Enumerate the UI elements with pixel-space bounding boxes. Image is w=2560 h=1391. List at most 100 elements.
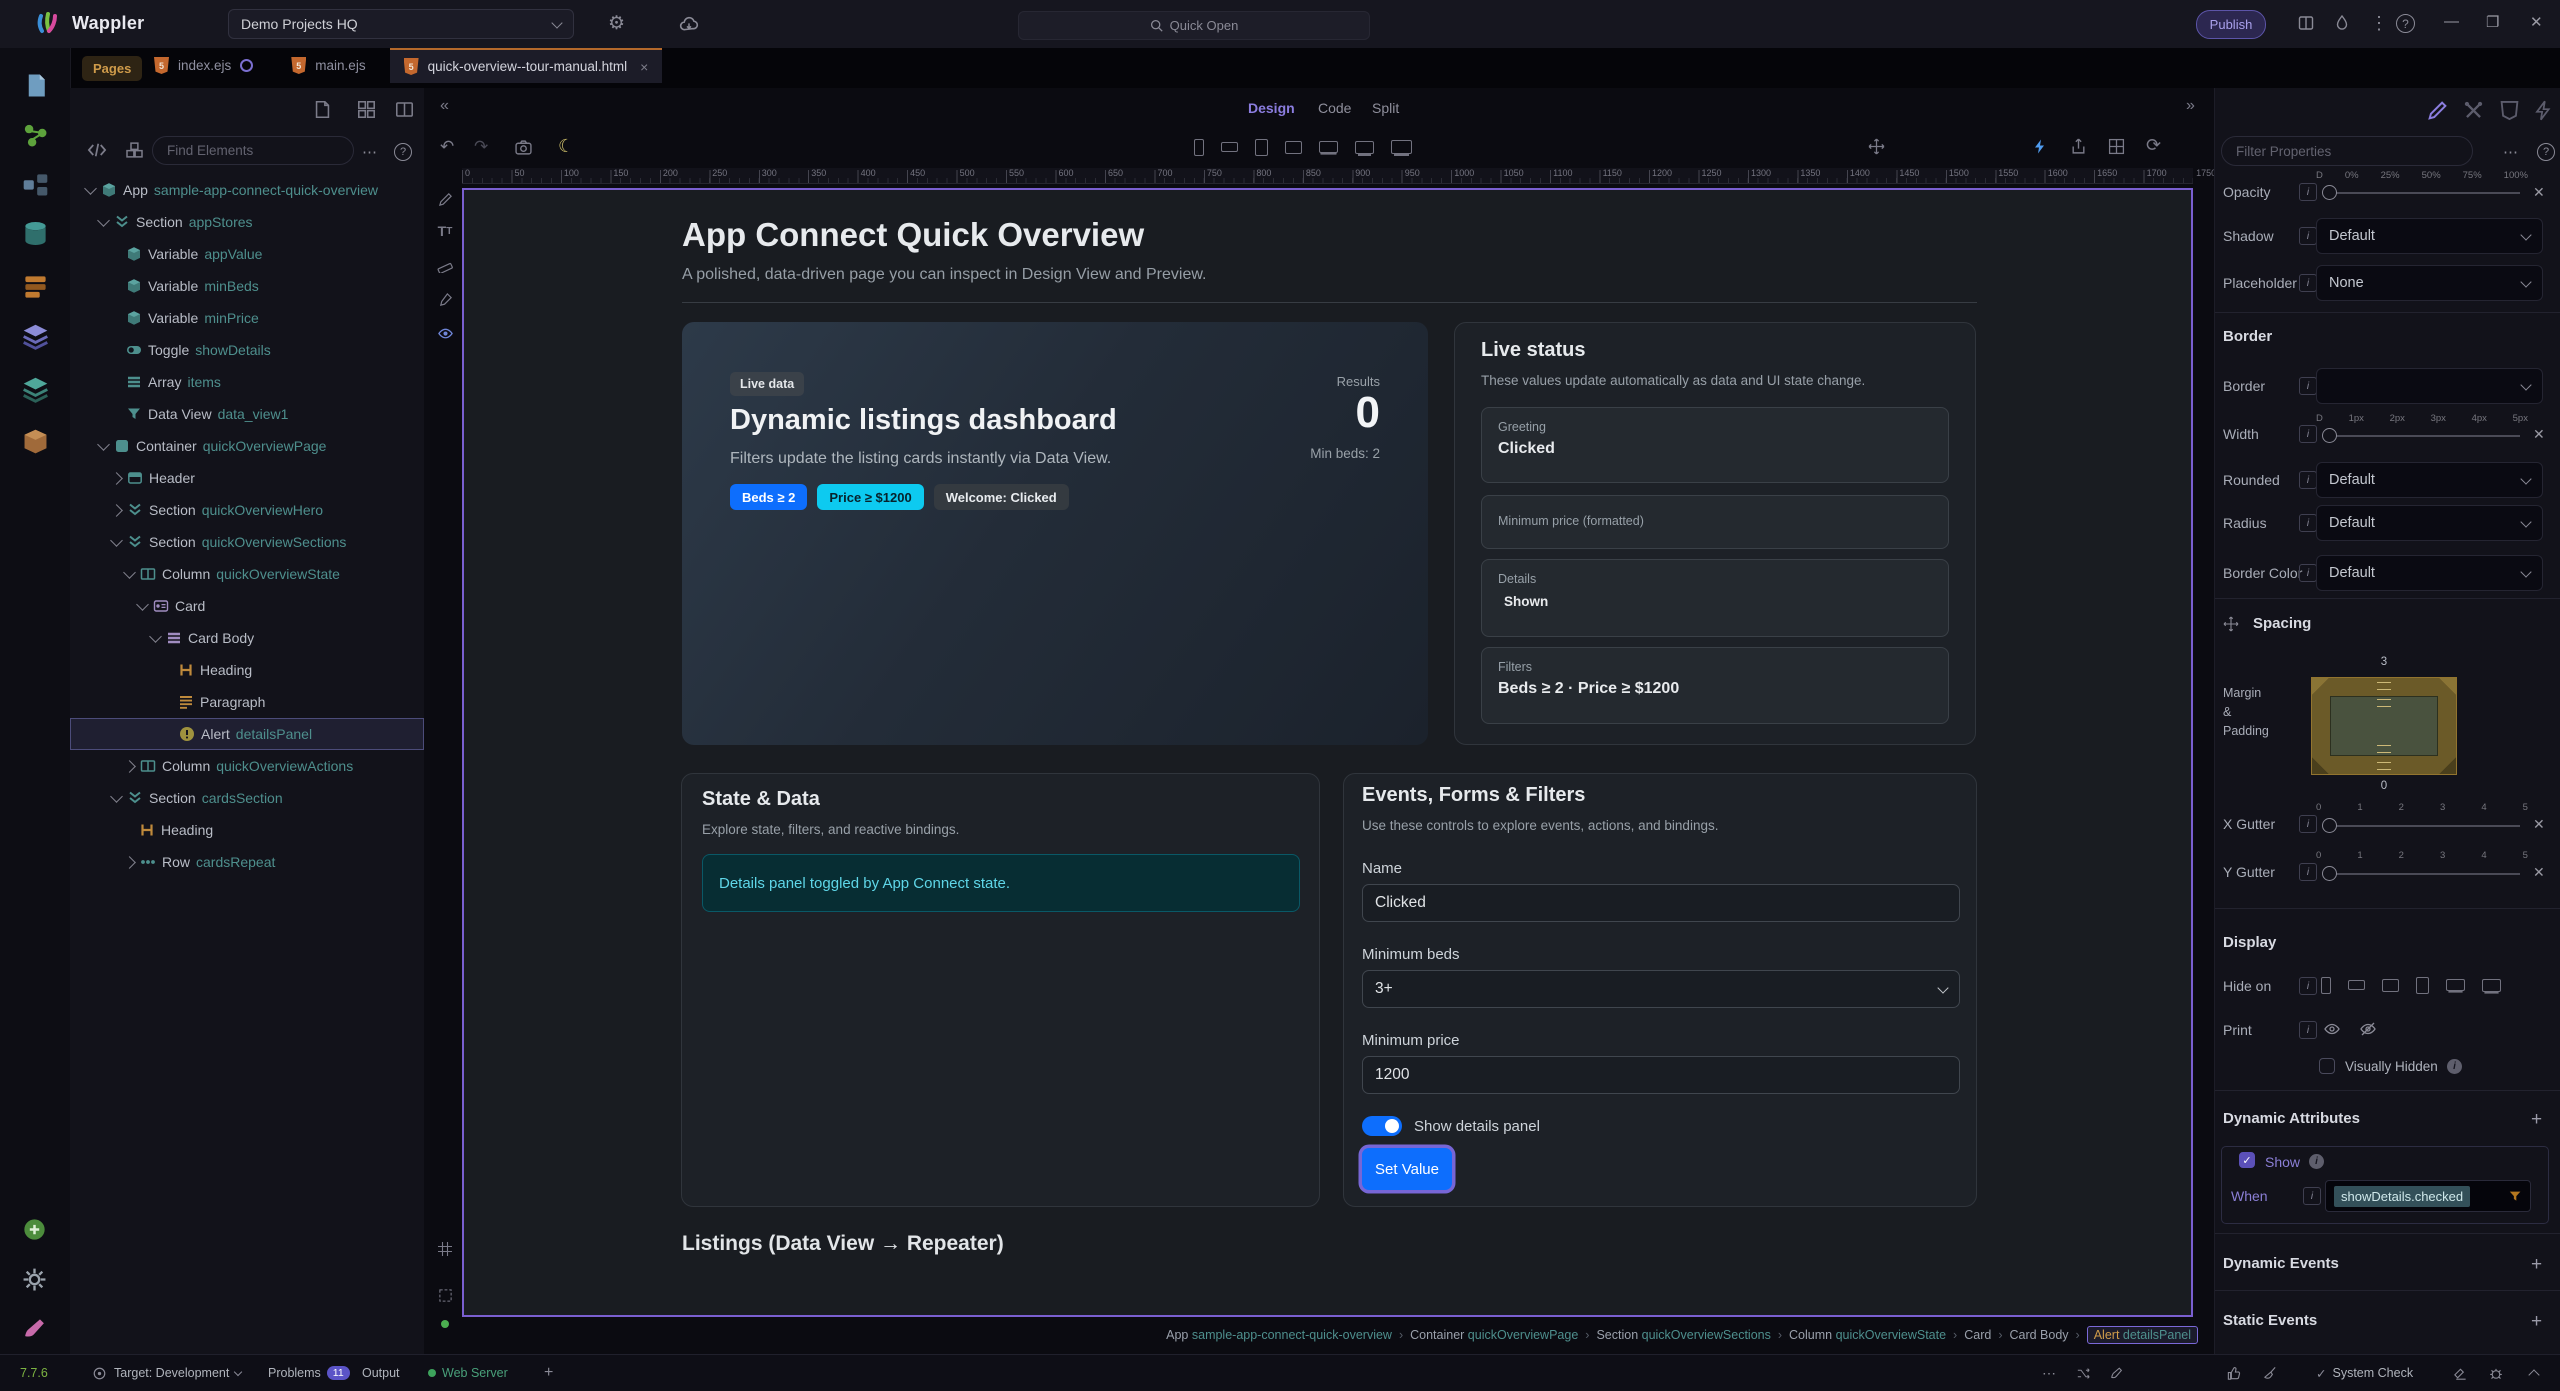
print-hide-eye-slash-icon[interactable] (2359, 1021, 2377, 1037)
tree-item-showdetails[interactable]: ToggleshowDetails (70, 334, 424, 366)
margin-padding-box-model[interactable] (2311, 677, 2457, 775)
chevron-down-icon[interactable] (136, 598, 149, 611)
y-gutter-clear-icon[interactable]: ✕ (2533, 864, 2545, 881)
mobile-landscape-device-icon[interactable] (1221, 142, 1238, 152)
binding-funnel-icon[interactable] (2509, 1190, 2522, 1203)
problems-button[interactable]: Problems 11 (268, 1355, 350, 1391)
grid-view-icon[interactable] (2108, 138, 2125, 155)
pages-panel-button[interactable]: Pages (82, 56, 142, 81)
bug-debug-icon[interactable] (2488, 1355, 2504, 1391)
show-info-icon[interactable]: i (2309, 1154, 2324, 1169)
set-value-button[interactable]: Set Value (1362, 1148, 1452, 1190)
shadow-info-icon[interactable]: i (2299, 227, 2317, 245)
hide-on-tablet-icon[interactable] (2416, 977, 2429, 994)
layout-columns-icon[interactable] (395, 100, 417, 122)
print-info-icon[interactable]: i (2299, 1021, 2317, 1039)
collapse-right-panel-icon[interactable]: » (2186, 98, 2195, 114)
hide-on-desktop-icon[interactable] (2482, 979, 2501, 992)
project-selector[interactable]: Demo Projects HQ (228, 9, 574, 39)
grid-toggle-icon[interactable] (434, 1238, 456, 1260)
undo-icon[interactable]: ↶ (440, 138, 454, 155)
filter-properties-input[interactable]: Filter Properties (2221, 136, 2473, 166)
help-icon[interactable]: ? (2396, 14, 2415, 33)
tree-item-cardssection[interactable]: SectioncardsSection (70, 782, 424, 814)
minimum-price-input[interactable] (1362, 1056, 1960, 1094)
collapse-left-panel-icon[interactable]: « (440, 98, 449, 114)
quick-open-search[interactable]: Quick Open (1018, 11, 1370, 40)
show-checkbox[interactable]: ✓ (2239, 1152, 2255, 1168)
app-connect-bolt-icon[interactable] (2032, 138, 2048, 155)
hide-on-phone-icon[interactable] (2321, 977, 2331, 994)
pages-panel-icon[interactable] (22, 72, 49, 99)
x-gutter-info-icon[interactable]: i (2299, 815, 2317, 833)
editor-tab[interactable]: 5main.ejs (277, 48, 379, 83)
editor-tab[interactable]: 5index.ejs (140, 48, 267, 83)
window-close-button[interactable]: ✕ (2530, 13, 2543, 31)
x-gutter-slider[interactable] (2324, 825, 2520, 827)
tree-item-minprice[interactable]: VariableminPrice (70, 302, 424, 334)
hide-on-info-icon[interactable]: i (2299, 977, 2317, 995)
rounded-info-icon[interactable]: i (2299, 471, 2317, 489)
kebab-menu-icon[interactable]: ⋮ (2370, 14, 2388, 32)
hide-on-laptop-icon[interactable] (2446, 979, 2465, 991)
desktop-device-icon[interactable] (1355, 141, 1374, 154)
magic-brush-icon[interactable] (2110, 1355, 2124, 1391)
tree-item-minbeds[interactable]: VariableminBeds (70, 270, 424, 302)
tablet-landscape-device-icon[interactable] (1285, 141, 1302, 154)
cloud-sync-icon[interactable] (678, 14, 700, 34)
tree-item-cardsrepeat[interactable]: RowcardsRepeat (70, 846, 424, 878)
chevron-right-icon[interactable] (110, 472, 123, 485)
server-connect-panel-icon[interactable] (22, 122, 49, 149)
visually-hidden-info-icon[interactable]: i (2447, 1059, 2462, 1074)
add-dynamic-event-icon[interactable]: + (2531, 1255, 2542, 1274)
chevron-down-icon[interactable] (97, 438, 110, 451)
components-panel-icon[interactable] (22, 323, 49, 350)
blocks-stack-icon[interactable] (124, 140, 145, 160)
chevron-down-icon[interactable] (84, 182, 97, 195)
breadcrumb-item[interactable]: Card Body (2009, 1328, 2068, 1342)
settings-gear-icon[interactable]: ⚙ (608, 14, 625, 33)
components-grid-icon[interactable] (357, 100, 379, 122)
breadcrumb-item[interactable]: Card (1964, 1328, 1991, 1342)
tree-item-appvalue[interactable]: VariableappValue (70, 238, 424, 270)
tree-item-detailspanel[interactable]: AlertdetailsPanel (70, 718, 424, 750)
settings-panel-icon[interactable] (22, 1267, 49, 1294)
chevron-right-icon[interactable] (123, 856, 136, 869)
chevron-down-icon[interactable] (97, 214, 110, 227)
border-color-info-icon[interactable]: i (2299, 564, 2317, 582)
add-dynamic-attribute-icon[interactable]: + (2531, 1110, 2542, 1129)
dynamic-bolt-tab-icon[interactable] (2533, 100, 2557, 124)
tree-item-appstores[interactable]: SectionappStores (70, 206, 424, 238)
border-select[interactable] (2316, 368, 2543, 404)
tree-item-quickoverviewactions[interactable]: ColumnquickOverviewActions (70, 750, 424, 782)
minimum-beds-select[interactable]: 3+ (1362, 970, 1960, 1008)
chevron-right-icon[interactable] (123, 760, 136, 773)
output-button[interactable]: Output (362, 1355, 400, 1391)
width-slider[interactable] (2324, 435, 2520, 437)
chevron-down-icon[interactable] (110, 534, 123, 547)
hide-on-tablet-landscape-icon[interactable] (2382, 979, 2399, 992)
system-check-button[interactable]: ✓System Check (2316, 1355, 2413, 1391)
editor-tab[interactable]: 5quick-overview--tour-manual.html× (390, 48, 663, 83)
tree-item-card-body[interactable]: Card Body (70, 622, 424, 654)
designed-page[interactable]: App Connect Quick Overview A polished, d… (462, 188, 2193, 1317)
border-info-icon[interactable]: i (2299, 377, 2317, 395)
breadcrumb-item[interactable]: App sample-app-connect-quick-overview (1166, 1328, 1392, 1342)
move-resize-icon[interactable] (1868, 138, 1885, 155)
broom-icon[interactable] (2262, 1355, 2278, 1391)
css-styles-tab-icon[interactable] (2499, 100, 2523, 124)
print-show-eye-icon[interactable] (2323, 1021, 2341, 1037)
more-options-icon[interactable]: ⋯ (362, 143, 377, 161)
theme-droplet-icon[interactable] (2334, 14, 2350, 32)
publish-button[interactable]: Publish (2196, 10, 2266, 39)
web-server-status[interactable]: Web Server (428, 1355, 508, 1391)
tree-item-sample-app-connect-quick-overview[interactable]: Appsample-app-connect-quick-overview (70, 174, 424, 206)
radius-info-icon[interactable]: i (2299, 514, 2317, 532)
shuffle-icon[interactable] (2076, 1355, 2091, 1391)
more-tools-icon[interactable]: ⋯ (2042, 1355, 2056, 1391)
breadcrumb-item[interactable]: Alert detailsPanel (2087, 1326, 2198, 1344)
database-panel-icon[interactable] (22, 220, 49, 247)
visibility-eye-icon[interactable] (434, 322, 456, 344)
breadcrumb-item[interactable]: Section quickOverviewSections (1596, 1328, 1770, 1342)
rounded-select[interactable]: Default (2316, 462, 2543, 498)
